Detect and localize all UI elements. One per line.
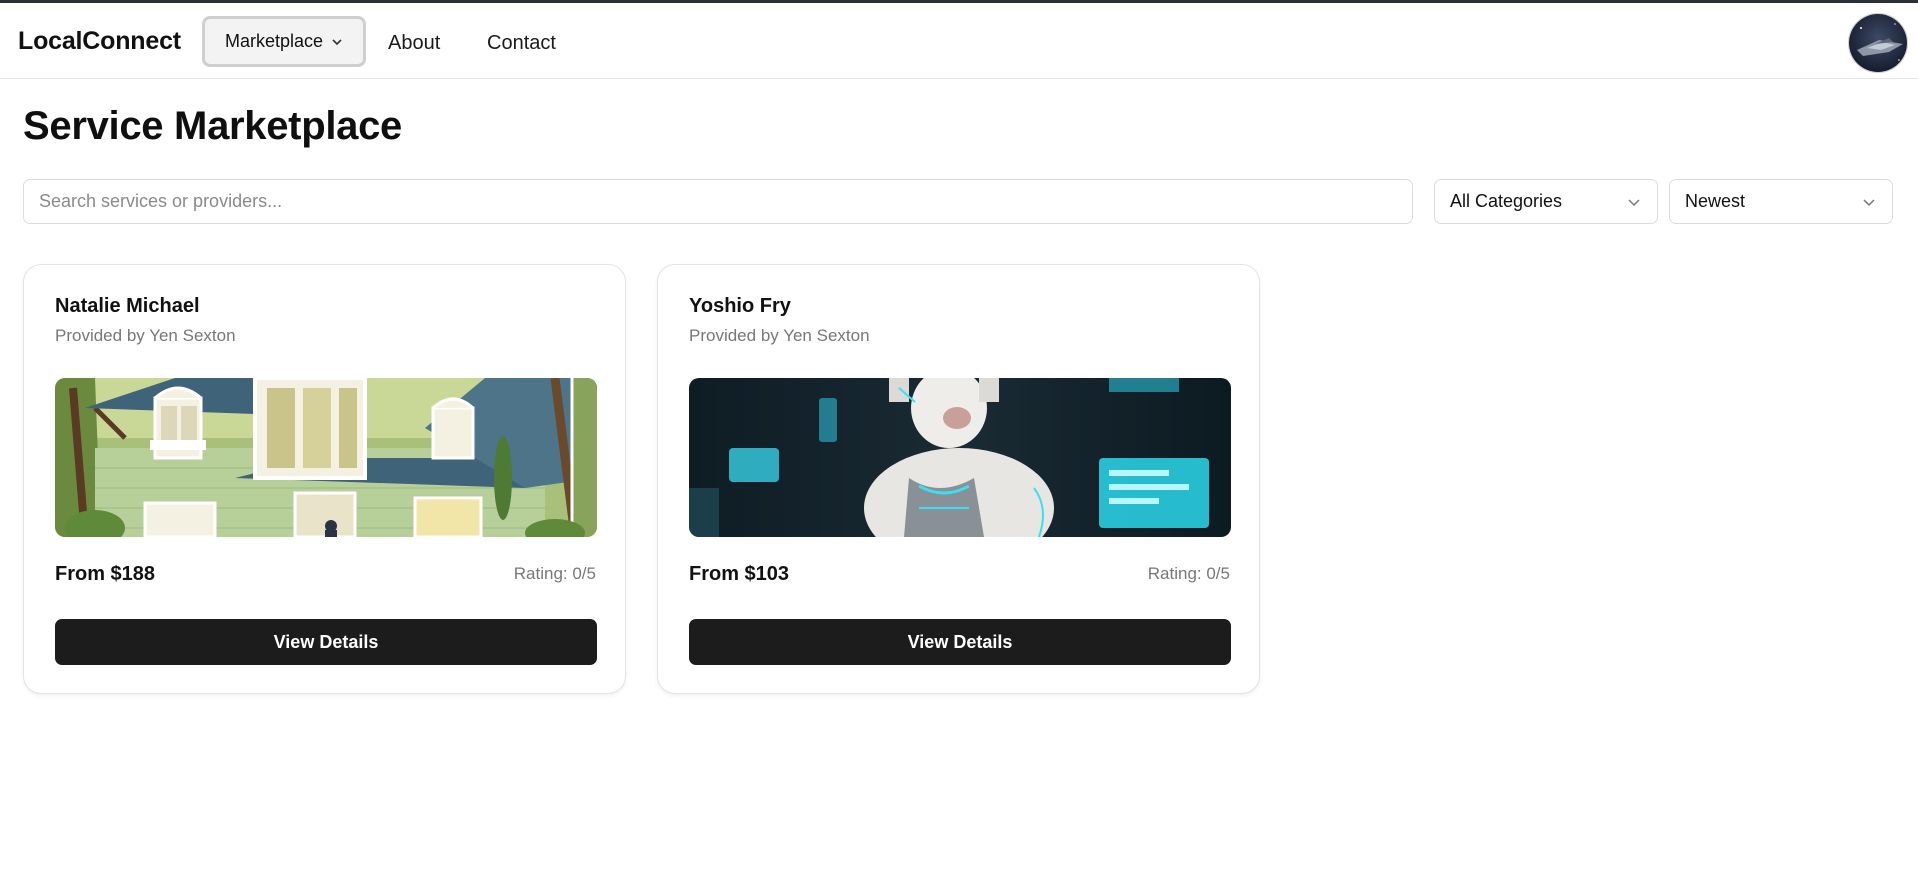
service-price: From $103 bbox=[689, 563, 790, 585]
service-card: Natalie Michael Provided by Yen Sexton F… bbox=[23, 264, 626, 694]
chevron-down-icon bbox=[1862, 191, 1876, 212]
service-title: Natalie Michael bbox=[55, 295, 200, 317]
cyber-llama-image bbox=[689, 378, 1231, 537]
service-rating: Rating: 0/5 bbox=[1147, 564, 1230, 583]
nav-link-contact[interactable]: Contact bbox=[487, 32, 556, 55]
top-navbar: LocalConnect Marketplace About Contact bbox=[0, 3, 1918, 79]
view-details-button[interactable]: View Details bbox=[55, 619, 597, 665]
sort-select[interactable]: Newest bbox=[1669, 179, 1893, 224]
page-title: Service Marketplace bbox=[23, 104, 402, 148]
service-card: Yoshio Fry Provided by Yen Sexton From $… bbox=[657, 264, 1260, 694]
view-details-button[interactable]: View Details bbox=[689, 619, 1231, 665]
marketplace-label: Marketplace bbox=[224, 31, 324, 51]
service-price: From $188 bbox=[55, 563, 156, 585]
brand-logo[interactable]: LocalConnect bbox=[18, 27, 181, 56]
chevron-down-icon bbox=[1627, 191, 1641, 212]
service-rating: Rating: 0/5 bbox=[513, 564, 596, 583]
search-input[interactable] bbox=[23, 179, 1413, 224]
category-select[interactable]: All Categories bbox=[1434, 179, 1658, 224]
marketplace-menu-button[interactable]: Marketplace bbox=[202, 16, 366, 67]
category-select-value: All Categories bbox=[1450, 191, 1563, 211]
user-avatar[interactable] bbox=[1848, 13, 1908, 73]
nav-link-about[interactable]: About bbox=[388, 32, 440, 55]
chevron-down-icon bbox=[331, 38, 343, 46]
service-provider: Provided by Yen Sexton bbox=[689, 326, 870, 345]
sort-select-value: Newest bbox=[1685, 191, 1746, 211]
service-provider: Provided by Yen Sexton bbox=[55, 326, 236, 345]
service-title: Yoshio Fry bbox=[689, 295, 791, 317]
house-illustration-image bbox=[55, 378, 597, 537]
